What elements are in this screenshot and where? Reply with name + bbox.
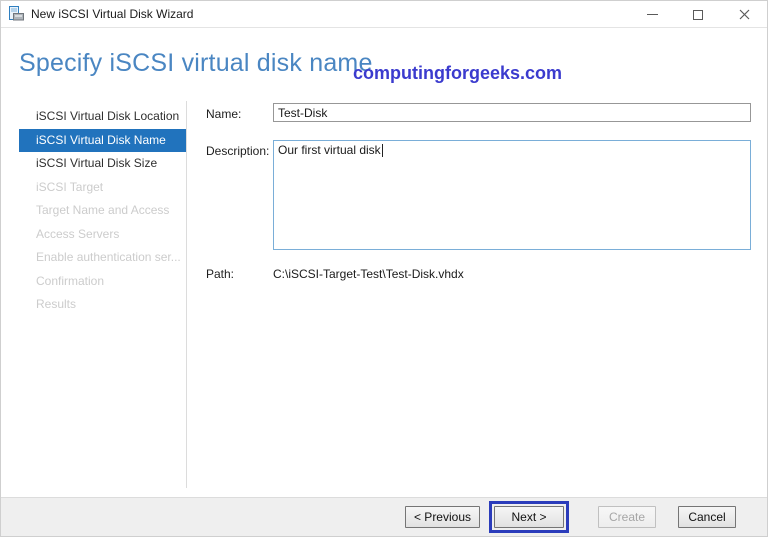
cancel-button[interactable]: Cancel [678,506,736,528]
sidebar-item-iscsi-virtual-disk-location[interactable]: iSCSI Virtual Disk Location [19,105,186,129]
name-label: Name: [206,107,242,121]
next-button-highlight: Next > [489,501,569,533]
wizard-window: New iSCSI Virtual Disk Wizard Specify iS… [0,0,768,537]
sidebar-item-enable-authentication: Enable authentication ser... [36,250,181,264]
path-label: Path: [206,267,235,281]
sidebar-item-access-servers: Access Servers [36,226,120,241]
next-button[interactable]: Next > [494,506,564,528]
minimize-button[interactable] [629,1,675,28]
description-label: Description: [206,144,270,158]
sidebar-divider [186,101,187,488]
maximize-button[interactable] [675,1,721,28]
page-title: Specify iSCSI virtual disk name [19,49,373,77]
sidebar-item-target-name-and-access: Target Name and Access [36,203,170,217]
sidebar-item-confirmation: Confirmation [36,273,105,288]
previous-button[interactable]: < Previous [404,506,480,528]
create-button[interactable]: Create [598,506,656,528]
sidebar-item-iscsi-target: iSCSI Target [36,179,104,194]
close-button[interactable] [721,1,767,28]
minimize-icon [646,14,658,15]
sidebar-item-results: Results [36,297,77,311]
description-textarea[interactable]: Our first virtual disk [273,140,751,250]
name-input[interactable] [273,103,751,122]
description-text: Our first virtual disk [278,143,381,157]
window-controls [629,1,767,28]
wizard-steps-nav: iSCSI Virtual Disk Location iSCSI Virtua… [19,105,186,317]
text-caret [381,144,383,157]
wizard-app-icon [8,6,24,22]
close-icon [739,9,749,20]
titlebar: New iSCSI Virtual Disk Wizard [1,1,767,28]
sidebar-item-iscsi-virtual-disk-name[interactable]: iSCSI Virtual Disk Name [19,128,186,152]
sidebar-item-iscsi-virtual-disk-size[interactable]: iSCSI Virtual Disk Size [19,152,186,176]
watermark-text: computingforgeeks.com [353,63,563,83]
path-value: C:\iSCSI-Target-Test\Test-Disk.vhdx [273,267,464,281]
window-title: New iSCSI Virtual Disk Wizard [31,7,194,21]
wizard-footer: < Previous Next > Create Cancel [1,497,767,536]
maximize-icon [693,9,703,20]
